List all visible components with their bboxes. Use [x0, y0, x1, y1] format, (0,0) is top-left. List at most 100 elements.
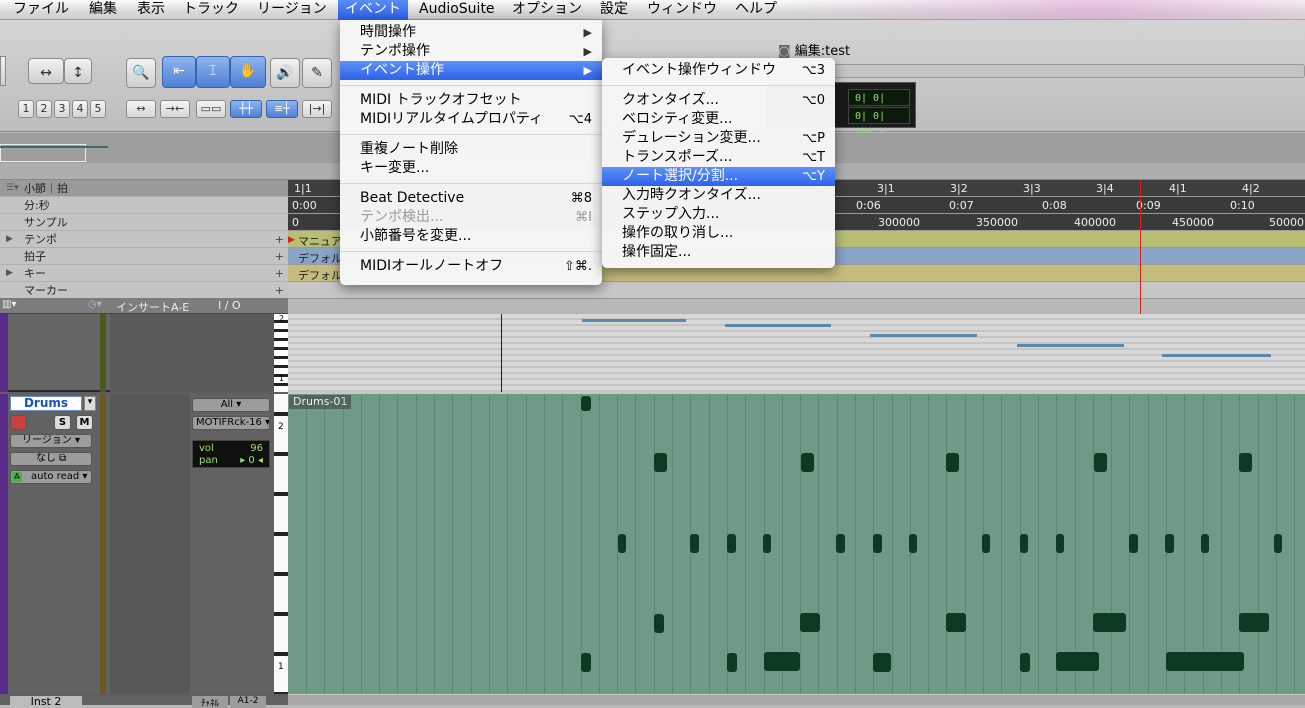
menu-5[interactable]: イベント: [338, 0, 408, 20]
io-selector[interactable]: A1-2: [230, 696, 266, 708]
midi-note[interactable]: [946, 613, 966, 632]
expand-triangle-icon[interactable]: ▶: [6, 231, 13, 248]
zoom-preset-2[interactable]: 2: [36, 100, 52, 118]
midi-note[interactable]: [1239, 613, 1269, 632]
track-view-selector[interactable]: リージョン ▾: [10, 434, 92, 448]
menu-8[interactable]: 設定: [593, 0, 635, 20]
grabber-tool-icon[interactable]: ✋: [230, 56, 266, 88]
midi-note[interactable]: [873, 534, 882, 553]
grid-value-counter[interactable]: 0| 0| 240 ▾: [848, 89, 910, 121]
vol-pan-display[interactable]: vol 96 pan ▸ 0 ◂: [192, 440, 270, 468]
playlist-selector[interactable]: なし ⧉: [10, 452, 92, 466]
record-enable-button[interactable]: [10, 415, 27, 430]
midi-output-selector[interactable]: MOTIFRck-16 ▾: [192, 416, 270, 430]
key-marker[interactable]: デフォル: [298, 267, 342, 283]
ruler-label-markers[interactable]: マーカー +: [0, 282, 288, 299]
event-menu-item[interactable]: イベント操作 ▶: [340, 61, 602, 80]
event-menu-item[interactable]: 重複ノート削除: [340, 140, 602, 159]
menu-0[interactable]: ファイル: [6, 0, 76, 20]
midi-note[interactable]: [909, 534, 917, 553]
midi-note[interactable]: [836, 534, 845, 553]
add-tempo-icon[interactable]: +: [275, 231, 284, 248]
event-menu-item[interactable]: MIDIリアルタイムプロパティ ⌥4: [340, 110, 602, 129]
midi-note[interactable]: [1056, 652, 1099, 671]
midi-note[interactable]: [800, 613, 820, 632]
zoom-preset-4[interactable]: 4: [72, 100, 88, 118]
selector-tool-icon[interactable]: ⌶: [196, 56, 230, 88]
track-name-dropdown-icon[interactable]: ▾: [84, 396, 96, 411]
track-list-menu-icon[interactable]: ▥▾: [2, 299, 16, 310]
zoom-preset-5[interactable]: 5: [90, 100, 106, 118]
midi-note[interactable]: [654, 614, 664, 633]
event-menu-item[interactable]: MIDIオールノートオフ ⇧⌘.: [340, 257, 602, 276]
slip-mode-icon[interactable]: →←: [160, 100, 190, 118]
ruler-label-meter[interactable]: 拍子 +: [0, 248, 288, 265]
event-menu-item[interactable]: 時間操作 ▶: [340, 23, 602, 42]
spot-mode-icon[interactable]: ▭▭: [196, 100, 226, 118]
event-menu-item[interactable]: テンポ操作 ▶: [340, 42, 602, 61]
menu-9[interactable]: ウィンドウ: [640, 0, 724, 20]
midi-note[interactable]: [1020, 653, 1030, 672]
event-menu-item[interactable]: Beat Detective ⌘8: [340, 189, 602, 208]
event-ops-item[interactable]: ノート選択/分割... ⌥Y: [602, 167, 835, 186]
midi-note[interactable]: [1201, 534, 1209, 553]
ruler-label-bars-beats[interactable]: ☰▾ 小節｜拍: [0, 180, 288, 197]
midi-input-selector[interactable]: All ▾: [192, 398, 270, 412]
scrubber-tool-icon[interactable]: 🔊: [270, 58, 300, 88]
mode-button-edge[interactable]: [0, 56, 6, 86]
add-marker-icon[interactable]: +: [275, 282, 284, 299]
automation-mode-selector[interactable]: auto read ▾: [10, 470, 92, 484]
midi-note[interactable]: [1166, 652, 1244, 671]
ruler-label-tempo[interactable]: ▶ テンポ +: [0, 231, 288, 248]
event-ops-item[interactable]: トランスポーズ... ⌥T: [602, 148, 835, 167]
nudge-value-counter[interactable]: 0| 0| 006 ▾: [848, 107, 910, 139]
midi-note[interactable]: [873, 653, 891, 672]
menu-10[interactable]: ヘルプ: [728, 0, 784, 20]
expand-triangle-icon[interactable]: ▶: [6, 265, 13, 282]
zoom-vertical-icon[interactable]: ↕: [64, 58, 92, 84]
trim-tool-icon[interactable]: ⇤: [162, 56, 196, 88]
tempo-marker-icon[interactable]: ▶: [288, 235, 295, 245]
midi-note[interactable]: [618, 534, 626, 553]
midi-note[interactable]: [654, 453, 667, 472]
solo-button[interactable]: S: [54, 415, 71, 430]
midi-note[interactable]: [727, 653, 737, 672]
event-ops-item[interactable]: イベント操作ウィンドウ ⌥3: [602, 61, 835, 80]
midi-note[interactable]: [1165, 534, 1174, 553]
pencil-tool-icon[interactable]: ✎: [302, 58, 332, 88]
grid-mode-icon[interactable]: ┼┼: [230, 100, 262, 118]
event-ops-item[interactable]: ステップ入力...: [602, 205, 835, 224]
midi-note[interactable]: [982, 534, 990, 553]
playhead-line[interactable]: [1140, 180, 1141, 314]
menu-1[interactable]: 編集: [82, 0, 124, 20]
event-ops-item[interactable]: デュレーション変更... ⌥P: [602, 129, 835, 148]
event-ops-item[interactable]: 操作の取り消し...: [602, 224, 835, 243]
add-meter-icon[interactable]: +: [275, 248, 284, 265]
menu-2[interactable]: 表示: [130, 0, 172, 20]
event-ops-item[interactable]: 操作固定...: [602, 243, 835, 262]
midi-note[interactable]: [1020, 534, 1028, 553]
event-menu-item[interactable]: 小節番号を変更...: [340, 227, 602, 246]
event-ops-item[interactable]: ベロシティ変更...: [602, 110, 835, 129]
ruler-label-samples[interactable]: サンプル: [0, 214, 288, 231]
midi-note[interactable]: [764, 652, 800, 671]
midi-note[interactable]: [763, 534, 771, 553]
midi-note[interactable]: [1274, 534, 1282, 553]
event-ops-item[interactable]: クオンタイズ... ⌥0: [602, 91, 835, 110]
midi-region[interactable]: Drums-01: [288, 394, 1305, 694]
link-mode-icon[interactable]: ≡┼: [266, 100, 298, 118]
tempo-marker[interactable]: マニュア: [298, 233, 342, 249]
ruler-label-key[interactable]: ▶ キー +: [0, 265, 288, 282]
mute-button[interactable]: M: [76, 415, 93, 430]
timebase-icon[interactable]: ◷▾: [88, 299, 102, 310]
zoom-preset-1[interactable]: 1: [18, 100, 34, 118]
piano-keys-drums[interactable]: [274, 394, 288, 694]
midi-note[interactable]: [801, 453, 814, 472]
midi-note[interactable]: [1129, 534, 1138, 553]
event-ops-item[interactable]: 入力時クオンタイズ...: [602, 186, 835, 205]
menu-3[interactable]: トラック: [176, 0, 246, 20]
menu-7[interactable]: オプション: [505, 0, 589, 20]
add-key-icon[interactable]: +: [275, 265, 284, 282]
zoom-preset-3[interactable]: 3: [54, 100, 70, 118]
midi-note[interactable]: [946, 453, 959, 472]
